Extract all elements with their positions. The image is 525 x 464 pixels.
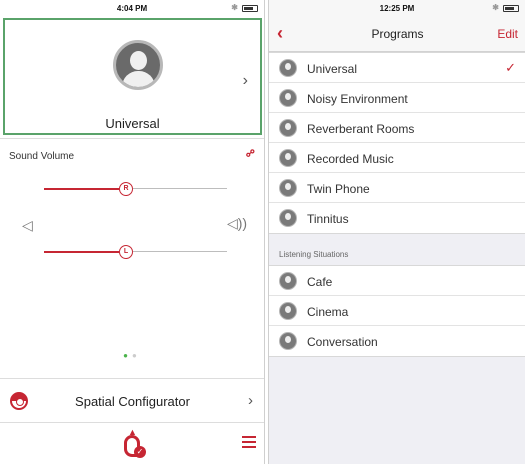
bluetooth-icon: ✱ xyxy=(492,3,499,12)
program-avatar-icon xyxy=(113,40,163,90)
program-icon xyxy=(279,332,297,350)
program-icon xyxy=(279,179,297,197)
status-time: 4:04 PM xyxy=(116,4,148,13)
edit-button[interactable]: Edit xyxy=(497,27,518,41)
right-volume-track xyxy=(133,188,227,189)
page-indicator[interactable]: ●● xyxy=(0,351,264,360)
battery-icon xyxy=(242,5,258,12)
current-program-name: Universal xyxy=(105,116,160,131)
programs-list: Universal ✓ Noisy Environment Reverberant R… xyxy=(269,52,525,234)
spatial-configurator-row[interactable]: Spatial Configurator › xyxy=(0,378,264,423)
situation-label: Cinema xyxy=(307,305,349,319)
left-volume-track xyxy=(133,251,227,252)
left-volume-knob[interactable]: L xyxy=(119,245,133,259)
program-row[interactable]: Reverberant Rooms xyxy=(269,113,525,143)
bottom-tab-bar: ▲ ✓ xyxy=(0,424,264,464)
bluetooth-icon: ✱ xyxy=(231,3,238,12)
chevron-right-icon[interactable]: › xyxy=(243,72,248,90)
programs-screen: 12:25 PM ✱ ‹ Programs Edit Universal ✓ Noi… xyxy=(268,0,525,464)
situation-row[interactable]: Cinema xyxy=(269,296,525,326)
navigation-bar: ‹ Programs Edit xyxy=(269,16,525,52)
speaker-low-icon[interactable]: ◁ xyxy=(22,217,33,234)
page-dot: ● xyxy=(132,351,141,360)
program-icon xyxy=(279,302,297,320)
left-volume-slider[interactable]: L xyxy=(44,245,227,259)
program-row[interactable]: Noisy Environment xyxy=(269,83,525,113)
status-bar: 12:25 PM ✱ xyxy=(269,0,525,16)
program-label: Tinnitus xyxy=(307,212,349,226)
program-row[interactable]: Universal ✓ xyxy=(269,53,525,83)
program-label: Universal xyxy=(307,62,358,76)
page-title: Programs xyxy=(371,27,424,41)
listening-situations-list: Cafe Cinema Conversation xyxy=(269,265,525,357)
program-label: Reverberant Rooms xyxy=(307,122,415,136)
program-icon xyxy=(279,59,297,77)
chevron-right-icon: › xyxy=(248,392,253,409)
situation-row[interactable]: Conversation xyxy=(269,326,525,356)
program-icon xyxy=(279,149,297,167)
left-volume-fill xyxy=(44,251,119,253)
program-icon xyxy=(279,272,297,290)
battery-icon xyxy=(503,5,519,12)
program-icon xyxy=(279,89,297,107)
sound-volume-header: Sound Volume ⚯ xyxy=(0,138,264,166)
sound-volume-label: Sound Volume xyxy=(9,151,75,162)
right-volume-slider[interactable]: R xyxy=(44,182,227,196)
program-row[interactable]: Recorded Music xyxy=(269,143,525,173)
checkmark-icon: ✓ xyxy=(505,60,516,75)
status-bar: 4:04 PM ✱ xyxy=(0,0,264,16)
program-icon xyxy=(279,209,297,227)
spatial-configurator-label: Spatial Configurator xyxy=(75,394,190,409)
program-label: Noisy Environment xyxy=(307,92,408,106)
listening-situations-header: Listening Situations xyxy=(279,250,349,259)
volume-screen: 4:04 PM ✱ Universal › Sound Volume ⚯ R ◁… xyxy=(0,0,265,464)
status-time: 12:25 PM xyxy=(379,4,415,13)
program-label: Twin Phone xyxy=(307,182,370,196)
right-volume-fill xyxy=(44,188,119,190)
hamburger-menu-icon[interactable] xyxy=(242,436,256,448)
program-label: Recorded Music xyxy=(307,152,394,166)
situation-row[interactable]: Cafe xyxy=(269,266,525,296)
program-row[interactable]: Twin Phone xyxy=(269,173,525,203)
right-volume-knob[interactable]: R xyxy=(119,182,133,196)
situation-label: Conversation xyxy=(307,335,378,349)
situation-label: Cafe xyxy=(307,275,333,289)
speaker-high-icon[interactable]: ◁)) xyxy=(227,215,247,232)
hearing-aid-icon[interactable]: ▲ ✓ xyxy=(122,427,146,459)
page-dot-active: ● xyxy=(123,351,132,360)
program-row[interactable]: Tinnitus xyxy=(269,203,525,233)
program-icon xyxy=(279,119,297,137)
link-icon[interactable]: ⚯ xyxy=(243,146,258,161)
current-program-card[interactable]: Universal › xyxy=(3,18,262,135)
